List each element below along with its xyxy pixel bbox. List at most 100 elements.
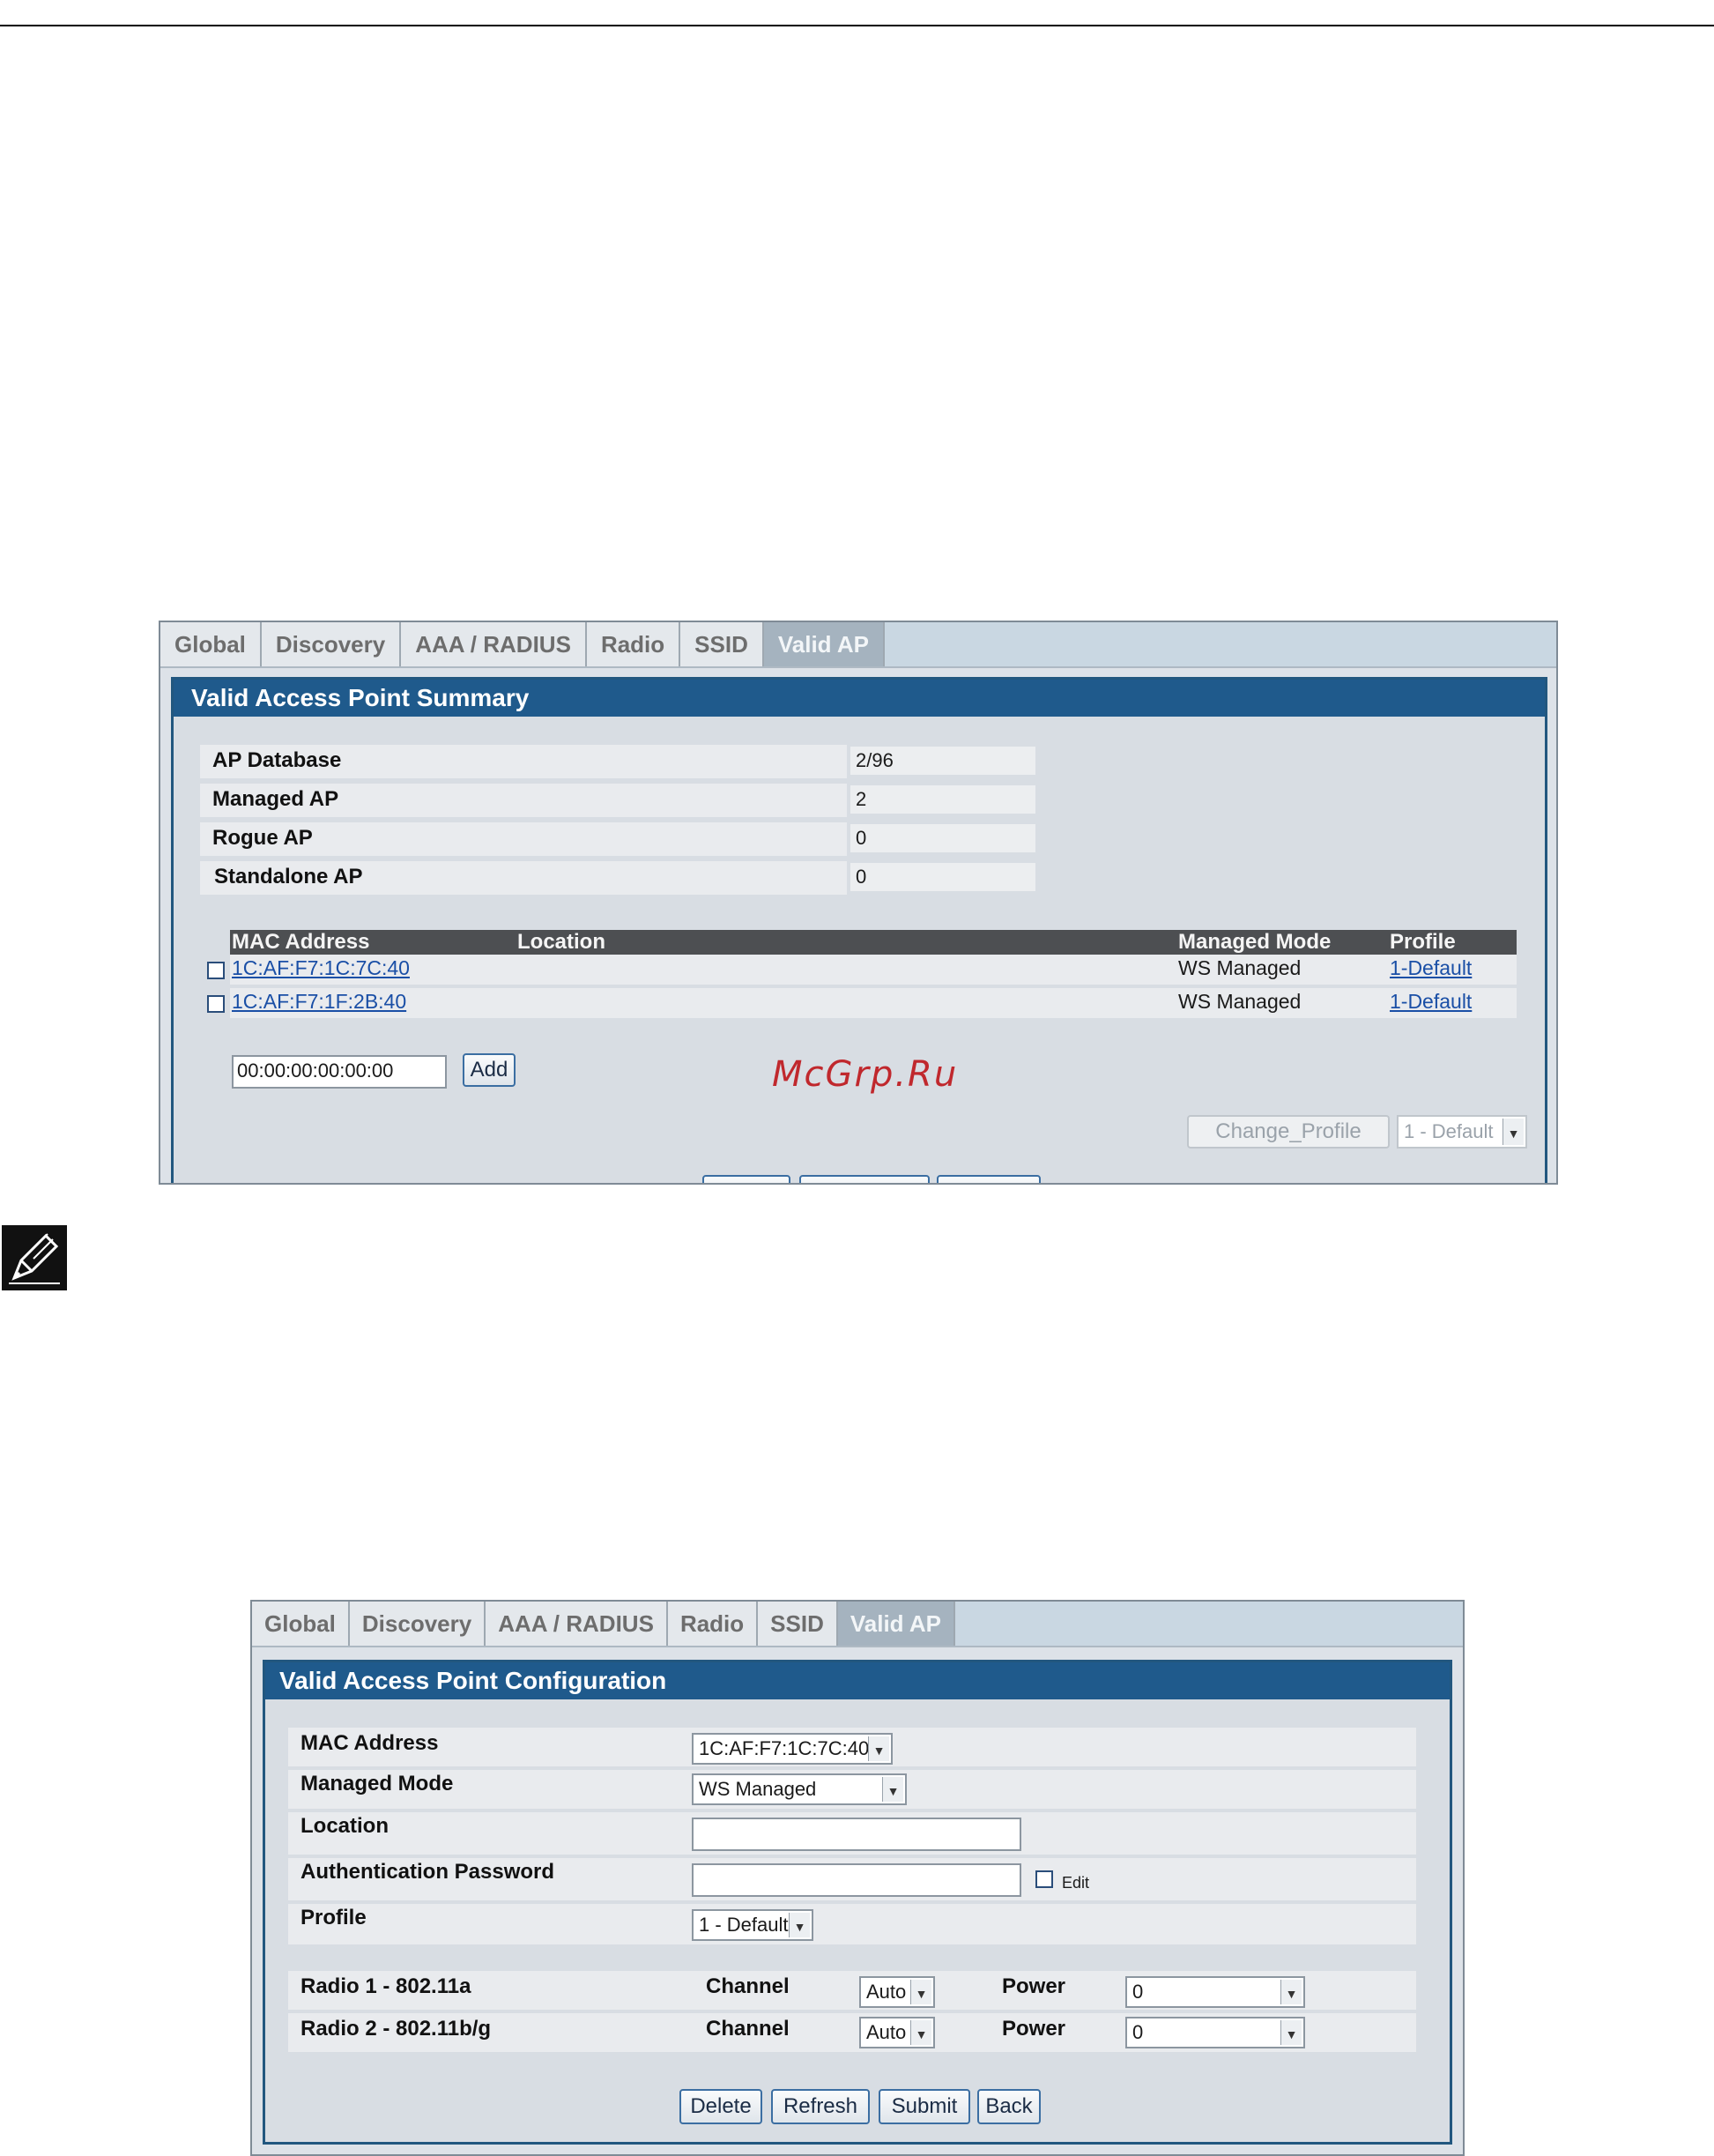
ap-table-header: MAC Address Location Managed Mode Profil… (230, 930, 1517, 955)
stat-label: Standalone AP (214, 865, 363, 888)
channel-label: Channel (706, 1974, 790, 1998)
stat-value-rogue-ap: 0 (850, 824, 1035, 852)
tab-valid-ap[interactable]: Valid AP (837, 1602, 955, 1646)
chevron-down-icon: ▼ (1503, 1119, 1524, 1145)
tab-bar: Global Discovery AAA / RADIUS Radio SSID… (160, 622, 1556, 668)
tab-discovery[interactable]: Discovery (349, 1602, 486, 1646)
stat-label: AP Database (212, 748, 342, 772)
location-label: Location (301, 1814, 389, 1838)
header-managed-mode: Managed Mode (1178, 930, 1332, 954)
table-row: 1C:AF:F7:1F:2B:40 WS Managed 1-Default (230, 988, 1517, 1018)
profile-label: Profile (301, 1906, 367, 1929)
chevron-down-icon: ▼ (789, 1913, 810, 1937)
tab-valid-ap[interactable]: Valid AP (763, 622, 885, 666)
edit-checkbox[interactable] (1035, 1870, 1053, 1888)
radio-label: Radio 2 - 802.11b/g (301, 2017, 492, 2041)
stat-label: Managed AP (212, 787, 339, 811)
channel-select-value: Auto (866, 2021, 907, 2043)
edit-label: Edit (1062, 1874, 1090, 1892)
tab-global[interactable]: Global (252, 1602, 350, 1646)
field-row-profile: Profile (288, 1904, 1416, 1944)
managed-mode-select[interactable]: WS Managed ▼ (692, 1773, 907, 1805)
profile-select-value: 1 - Default (1404, 1120, 1494, 1142)
partial-button[interactable] (799, 1175, 930, 1183)
stat-value-managed-ap: 2 (850, 785, 1035, 814)
power-select-radio-2[interactable]: 0 ▼ (1125, 2017, 1305, 2048)
profile-select-value: 1 - Default (699, 1914, 789, 1936)
configuration-section: Valid Access Point Configuration MAC Add… (263, 1660, 1452, 2145)
stat-value-ap-database: 2/96 (850, 747, 1035, 775)
profile-link[interactable]: 1-Default (1390, 956, 1472, 980)
channel-label: Channel (706, 2017, 790, 2041)
chevron-down-icon: ▼ (868, 1736, 889, 1761)
stat-row-ap-database: AP Database (200, 745, 847, 778)
chevron-down-icon: ▼ (1280, 1980, 1302, 2004)
tab-ssid[interactable]: SSID (758, 1602, 838, 1646)
authentication-password-input[interactable] (692, 1863, 1021, 1897)
stat-row-rogue-ap: Rogue AP (200, 822, 847, 856)
chevron-down-icon: ▼ (910, 1980, 931, 2004)
stat-row-standalone-ap: Standalone AP (200, 861, 847, 895)
add-button[interactable]: Add (463, 1053, 516, 1087)
power-select-value: 0 (1132, 2021, 1144, 2043)
profile-select[interactable]: 1 - Default ▼ (1397, 1115, 1527, 1149)
chevron-down-icon: ▼ (882, 1777, 903, 1802)
channel-select-value: Auto (866, 1981, 907, 2003)
section-title: Valid Access Point Summary (174, 680, 1545, 717)
power-label: Power (1002, 1974, 1066, 1998)
power-select-radio-1[interactable]: 0 ▼ (1125, 1976, 1305, 2008)
partial-button[interactable] (702, 1175, 790, 1183)
header-profile: Profile (1390, 930, 1456, 954)
power-label: Power (1002, 2017, 1066, 2041)
tab-bar: Global Discovery AAA / RADIUS Radio SSID… (252, 1602, 1463, 1647)
refresh-button[interactable]: Refresh (771, 2089, 870, 2124)
delete-button[interactable]: Delete (679, 2089, 762, 2124)
location-input[interactable] (692, 1818, 1021, 1851)
channel-select-radio-1[interactable]: Auto ▼ (859, 1976, 935, 2008)
tab-global[interactable]: Global (160, 622, 262, 666)
tab-radio[interactable]: Radio (586, 622, 681, 666)
profile-select[interactable]: 1 - Default ▼ (692, 1909, 813, 1941)
mac-link[interactable]: 1C:AF:F7:1C:7C:40 (232, 956, 410, 980)
managed-mode-select-value: WS Managed (699, 1778, 817, 1800)
submit-button[interactable]: Submit (879, 2089, 970, 2124)
partial-button[interactable] (937, 1175, 1041, 1183)
valid-ap-configuration-screenshot: Global Discovery AAA / RADIUS Radio SSID… (250, 1600, 1465, 2156)
authentication-password-label: Authentication Password (301, 1860, 555, 1884)
tab-aaa-radius[interactable]: AAA / RADIUS (401, 622, 587, 666)
mac-address-label: MAC Address (301, 1731, 439, 1755)
managed-mode-value: WS Managed (1178, 956, 1302, 979)
tab-discovery[interactable]: Discovery (261, 622, 402, 666)
radio-label: Radio 1 - 802.11a (301, 1974, 471, 1998)
stat-label: Rogue AP (212, 826, 313, 850)
stat-row-managed-ap: Managed AP (200, 784, 847, 817)
chevron-down-icon: ▼ (910, 2020, 931, 2045)
managed-mode-label: Managed Mode (301, 1772, 454, 1795)
mac-address-input[interactable]: 00:00:00:00:00:00 (232, 1055, 447, 1089)
profile-link[interactable]: 1-Default (1390, 990, 1472, 1014)
back-button[interactable]: Back (977, 2089, 1041, 2124)
valid-ap-summary-screenshot: Global Discovery AAA / RADIUS Radio SSID… (159, 621, 1558, 1185)
stat-value-standalone-ap: 0 (850, 863, 1035, 891)
channel-select-radio-2[interactable]: Auto ▼ (859, 2017, 935, 2048)
power-select-value: 0 (1132, 1981, 1144, 2003)
tab-radio[interactable]: Radio (667, 1602, 759, 1646)
tab-aaa-radius[interactable]: AAA / RADIUS (486, 1602, 668, 1646)
managed-mode-value: WS Managed (1178, 990, 1302, 1013)
watermark: McGrp.Ru (772, 1054, 959, 1095)
table-row: 1C:AF:F7:1C:7C:40 WS Managed 1-Default (230, 955, 1517, 985)
tab-ssid[interactable]: SSID (680, 622, 764, 666)
row-select-checkbox[interactable] (207, 995, 225, 1013)
row-select-checkbox[interactable] (207, 962, 225, 979)
section-title: Valid Access Point Configuration (265, 1662, 1450, 1699)
mac-address-select-value: 1C:AF:F7:1C:7C:40 (699, 1737, 870, 1759)
chevron-down-icon: ▼ (1280, 2020, 1302, 2045)
summary-section: Valid Access Point Summary AP Database 2… (171, 677, 1547, 1183)
header-location: Location (517, 930, 605, 954)
change-profile-button[interactable]: Change_Profile (1187, 1115, 1390, 1149)
mac-link[interactable]: 1C:AF:F7:1F:2B:40 (232, 990, 406, 1014)
mac-address-select[interactable]: 1C:AF:F7:1C:7C:40 ▼ (692, 1733, 893, 1765)
header-mac-address: MAC Address (232, 930, 370, 954)
pencil-note-icon (2, 1225, 67, 1290)
top-rule (0, 25, 1714, 26)
